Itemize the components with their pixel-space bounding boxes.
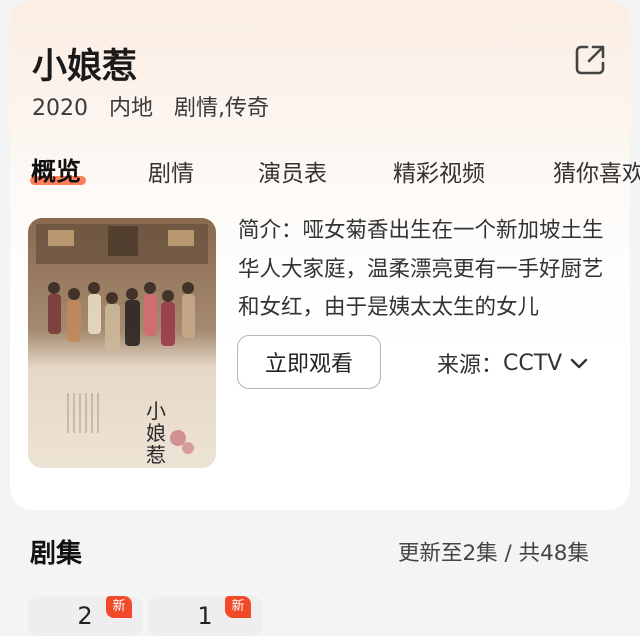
svg-text:惹: 惹 [146, 443, 166, 467]
new-badge: 新 [225, 596, 251, 618]
source-label: 来源： [437, 353, 504, 378]
tab-cast[interactable]: 演员表 [258, 154, 327, 188]
tab-recommendations[interactable]: 猜你喜欢 [553, 154, 640, 188]
synopsis-text[interactable]: 简介：哑女菊香出生在一个新加坡土生华人大家庭，温柔漂亮更有一手好厨艺和女红，由于… [238, 212, 618, 328]
page-title: 小娘惹 [32, 47, 138, 87]
episodes-title: 剧集 [30, 539, 83, 569]
episodes-update-info[interactable]: 更新至2集 / 共48集 [398, 536, 589, 567]
svg-text:小: 小 [146, 399, 166, 423]
watch-now-button[interactable]: 立即观看 [237, 335, 381, 389]
poster-image[interactable]: 小 娘 惹 [28, 218, 216, 468]
chevron-down-icon [571, 358, 588, 369]
genres: 剧情,传奇 [174, 96, 270, 121]
source-selector[interactable]: 来源： CCTV [437, 347, 590, 379]
region: 内地 [109, 96, 154, 121]
new-badge: 新 [106, 596, 132, 618]
source-value: CCTV [503, 350, 563, 376]
tab-highlights[interactable]: 精彩视频 [393, 154, 485, 188]
tab-plot[interactable]: 剧情 [148, 154, 194, 188]
tab-overview[interactable]: 概览 [31, 152, 81, 188]
year: 2020 [32, 96, 88, 121]
svg-text:娘: 娘 [146, 421, 166, 445]
tab-bar: 概览 剧情 演员表 精彩视频 猜你喜欢 [0, 150, 640, 194]
meta-line: 2020 内地 剧情,传奇 [32, 90, 283, 122]
share-icon[interactable] [573, 43, 607, 77]
